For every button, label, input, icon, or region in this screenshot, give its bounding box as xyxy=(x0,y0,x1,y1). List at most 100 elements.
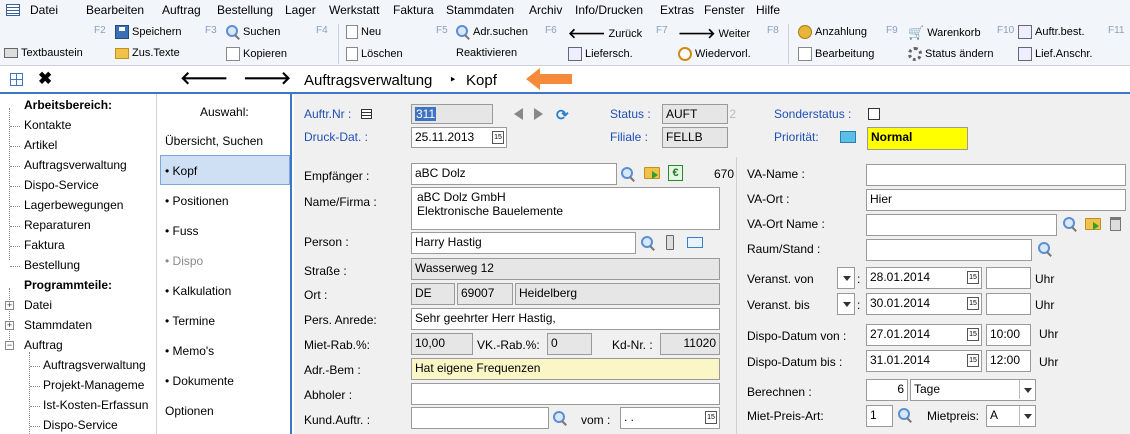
dispo-von-time[interactable]: 10:00 xyxy=(986,324,1031,346)
kundauftr-field[interactable] xyxy=(411,407,549,429)
raum-search-icon[interactable] xyxy=(1038,242,1052,256)
tree-item-auftrag[interactable]: Auftrag xyxy=(24,338,63,352)
vaort-field[interactable]: Hier xyxy=(866,189,1126,211)
phone-icon[interactable] xyxy=(666,235,674,250)
veranst-von-time[interactable] xyxy=(986,267,1031,289)
veranst-bis-time[interactable] xyxy=(986,293,1031,315)
back-button[interactable]: 🡐 Zurück xyxy=(568,25,642,42)
selection-item-kopf[interactable]: • Kopf xyxy=(165,164,197,178)
change-status-button[interactable]: Status ändern xyxy=(908,47,994,61)
menu-werkstatt[interactable]: Werkstatt xyxy=(329,3,379,17)
empfaenger-field[interactable]: aBC Dolz xyxy=(411,163,617,185)
tree-item-dispo-service-sub[interactable]: Dispo-Service xyxy=(43,418,118,432)
tree-item-stammdaten[interactable]: Stammdaten xyxy=(24,318,92,332)
new-button[interactable]: Neu xyxy=(346,25,381,39)
selection-item-optionen[interactable]: Optionen xyxy=(165,404,214,418)
calendar-icon[interactable]: 15 xyxy=(967,328,979,341)
anrede-field[interactable]: Sehr geehrter Herr Hastig, xyxy=(411,308,720,330)
druck-dat-field[interactable]: 25.11.2013 15 xyxy=(411,127,507,148)
mietpreis-dropdown[interactable]: A xyxy=(986,405,1036,427)
processing-button[interactable]: Bearbeitung xyxy=(798,47,874,61)
menu-stammdaten[interactable]: Stammdaten xyxy=(446,3,514,17)
veranst-bis-dropdown[interactable] xyxy=(837,293,855,315)
veranst-von-dropdown[interactable] xyxy=(837,267,855,289)
land-field[interactable]: DE xyxy=(411,283,455,305)
menu-lager[interactable]: Lager xyxy=(285,3,316,17)
plz-field[interactable]: 69007 xyxy=(457,283,513,305)
tree-item-artikel[interactable]: Artikel xyxy=(24,138,57,152)
nav-forward-arrow-icon[interactable]: 🡒 xyxy=(243,68,291,89)
selection-item-kalkulation[interactable]: • Kalkulation xyxy=(165,284,231,298)
dispo-von-date[interactable]: 27.01.2014 15 xyxy=(866,324,982,346)
raum-field[interactable] xyxy=(866,239,1032,261)
delete-button[interactable]: Löschen xyxy=(346,47,403,61)
adrbem-field[interactable]: Hat eigene Frequenzen xyxy=(411,358,720,380)
calendar-icon[interactable]: 15 xyxy=(967,271,979,284)
dispo-bis-time[interactable]: 12:00 xyxy=(986,350,1031,372)
calendar-small-icon[interactable] xyxy=(361,109,372,119)
tree-item-auftragsverwaltung[interactable]: Auftragsverwaltung xyxy=(24,158,127,172)
calendar-icon[interactable]: 15 xyxy=(492,131,504,144)
person-field[interactable]: Harry Hastig xyxy=(411,232,636,254)
reminder-button[interactable]: Wiedervorl. xyxy=(678,47,751,61)
selection-item-termine[interactable]: • Termine xyxy=(165,314,215,328)
tree-expand-icon[interactable]: + xyxy=(5,301,14,310)
selection-item-dokumente[interactable]: • Dokumente xyxy=(165,374,234,388)
ort-field[interactable]: Heidelberg xyxy=(515,283,720,305)
close-icon[interactable]: ✖ xyxy=(38,69,52,89)
vaortname-folder-icon[interactable] xyxy=(1085,218,1101,230)
tree-item-dispo-service[interactable]: Dispo-Service xyxy=(24,178,99,192)
menu-extras[interactable]: Extras xyxy=(660,3,694,17)
delivery-address-button[interactable]: Lief.Anschr. xyxy=(1018,47,1092,61)
selection-item-dispo[interactable]: • Dispo xyxy=(165,254,203,268)
mietrab-field[interactable]: 10,00 xyxy=(411,333,473,355)
empfaenger-search-icon[interactable] xyxy=(621,167,635,181)
menu-auftrag[interactable]: Auftrag xyxy=(162,3,201,17)
cart-button[interactable]: 🛒 Warenkorb xyxy=(908,25,981,41)
tree-item-ist-kosten[interactable]: Ist-Kosten-Erfassun xyxy=(43,398,148,412)
prev-record-icon[interactable] xyxy=(514,108,523,120)
selection-item-positionen[interactable]: • Positionen xyxy=(165,194,229,208)
tree-item-faktura[interactable]: Faktura xyxy=(24,238,65,252)
mietpreisart-field[interactable]: 1 xyxy=(866,405,893,427)
menu-fenster[interactable]: Fenster xyxy=(704,3,745,17)
tree-expand-icon[interactable]: + xyxy=(5,321,14,330)
kdnr-field[interactable]: 11020 xyxy=(660,333,720,355)
tree-item-kontakte[interactable]: Kontakte xyxy=(24,118,71,132)
tree-item-reparaturen[interactable]: Reparaturen xyxy=(24,218,91,232)
vaname-field[interactable] xyxy=(866,164,1126,186)
sonderstatus-checkbox[interactable] xyxy=(868,108,880,120)
prioritaet-field[interactable]: Normal xyxy=(867,127,968,150)
reactivate-button[interactable]: Reaktivieren xyxy=(456,47,517,59)
forward-button[interactable]: 🡒 Weiter xyxy=(678,25,750,42)
empfaenger-folder-icon[interactable] xyxy=(644,167,660,179)
tree-collapse-icon[interactable]: − xyxy=(5,341,14,350)
abholer-field[interactable] xyxy=(411,383,720,405)
calendar-icon[interactable]: 15 xyxy=(705,411,717,424)
menu-info-drucken[interactable]: Info/Drucken xyxy=(575,3,643,17)
order-confirm-button[interactable]: Auftr.best. xyxy=(1018,25,1085,39)
veranst-von-date[interactable]: 28.01.2014 15 xyxy=(866,267,982,289)
kundauftr-search-icon[interactable] xyxy=(553,411,567,425)
copy-button[interactable]: Kopieren xyxy=(226,47,287,61)
vkrab-field[interactable]: 0 xyxy=(547,333,592,355)
text-module-button[interactable]: Textbaustein xyxy=(4,47,83,59)
vaortname-field[interactable] xyxy=(866,214,1057,236)
tree-item-projekt-management[interactable]: Projekt-Manageme xyxy=(43,378,144,392)
refresh-icon[interactable]: ⟳ xyxy=(556,106,569,124)
email-icon[interactable] xyxy=(687,237,703,248)
veranst-bis-date[interactable]: 30.01.2014 15 xyxy=(866,293,982,315)
person-search-icon[interactable] xyxy=(641,236,655,250)
vaortname-search-icon[interactable] xyxy=(1063,217,1077,231)
menu-bestellung[interactable]: Bestellung xyxy=(217,3,273,17)
strasse-field[interactable]: Wasserweg 12 xyxy=(411,258,720,280)
selection-item-fuss[interactable]: • Fuss xyxy=(165,224,199,238)
trash-icon[interactable] xyxy=(1110,217,1121,231)
berechnen-unit-dropdown[interactable]: Tage xyxy=(910,379,1036,401)
delivery-note-button[interactable]: Liefersch. xyxy=(568,47,633,61)
grid-view-icon[interactable] xyxy=(10,73,23,86)
euro-icon[interactable]: € xyxy=(668,165,683,181)
calendar-icon[interactable]: 15 xyxy=(967,297,979,310)
tree-item-datei[interactable]: Datei xyxy=(24,298,52,312)
extra-texts-button[interactable]: Zus.Texte xyxy=(115,47,180,59)
